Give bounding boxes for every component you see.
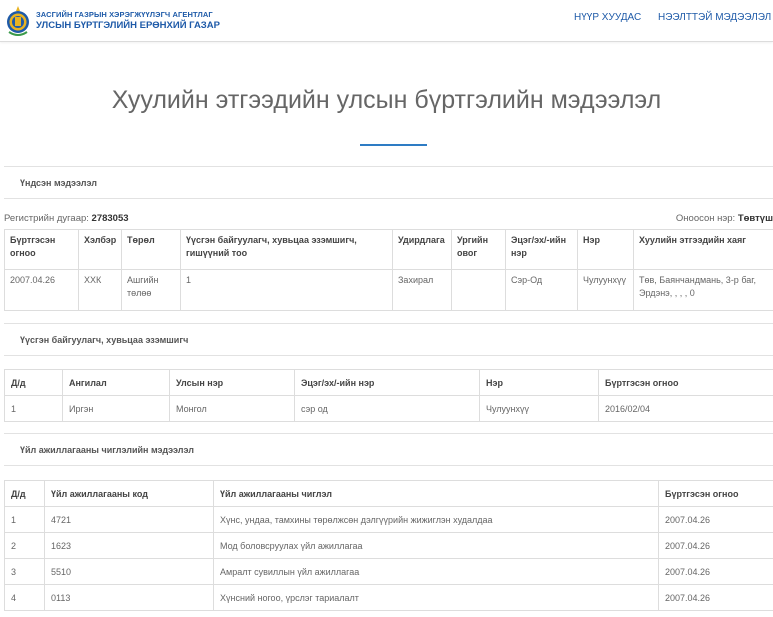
table-header-row: Д/д Ангилал Улсын нэр Эцэг/эх/-ийн нэр Н… <box>4 369 773 396</box>
column-header: Хэлбэр <box>78 229 122 270</box>
column-header: Ургийн овог <box>451 229 506 270</box>
table-cell: 4 <box>4 584 45 611</box>
column-header: Улсын нэр <box>169 369 295 396</box>
table-cell: Ашгийн төлөө <box>121 269 181 311</box>
column-header: Бүртгэсэн огноо <box>598 369 773 396</box>
table-row: 1 Иргэн Монгол сэр од Чулуунхүү 2016/02/… <box>4 395 773 422</box>
agency-title: УЛСЫН БҮРТГЭЛИЙН ЕРӨНХИЙ ГАЗАР <box>36 20 220 31</box>
table-cell: 2007.04.26 <box>658 558 773 585</box>
table-cell: 2007.04.26 <box>658 584 773 611</box>
column-header: Эцэг/эх/-ийн нэр <box>294 369 480 396</box>
nav-open-info-link[interactable]: НЭЭЛТТЭЙ МЭДЭЭЛЭЛ <box>658 12 771 23</box>
column-header: Бүртгэсэн огноо <box>4 229 79 270</box>
section-title-activities: Үйл ажиллагааны чиглэлийн мэдээлэл <box>20 445 194 455</box>
registration-number: Регистрийн дугаар: 2783053 <box>4 213 129 224</box>
section-founders: Үүсгэн байгуулагч, хувьцаа эзэмшигч <box>4 323 773 356</box>
table-cell: 2007.04.26 <box>4 269 79 311</box>
table-cell: сэр од <box>294 395 480 422</box>
table-cell: Иргэн <box>62 395 170 422</box>
table-row: 2007.04.26 ХХК Ашгийн төлөө 1 Захирал Сэ… <box>4 269 773 311</box>
table-row: 1 4721 Хүнс, ундаа, тамхины төрөлжсөн дэ… <box>4 506 773 533</box>
section-title-founders: Үүсгэн байгуулагч, хувьцаа эзэмшигч <box>20 335 189 345</box>
table-cell: 1 <box>180 269 393 311</box>
agency-subtitle: ЗАСГИЙН ГАЗРЫН ХЭРЭГЖҮҮЛЭГЧ АГЕНТЛАГ <box>36 10 213 19</box>
state-emblem-logo[interactable] <box>6 4 30 38</box>
column-header: Хуулийн этгээдийн хаяг <box>633 229 773 270</box>
table-cell: 2007.04.26 <box>658 532 773 559</box>
column-header: Удирдлага <box>392 229 452 270</box>
activities-table: Д/д Үйл ажиллагааны код Үйл ажиллагааны … <box>4 480 773 611</box>
column-header: Нэр <box>479 369 599 396</box>
site-header: ЗАСГИЙН ГАЗРЫН ХЭРЭГЖҮҮЛЭГЧ АГЕНТЛАГ УЛС… <box>0 0 773 42</box>
table-header-row: Бүртгэсэн огноо Хэлбэр Төрөл Үүсгэн байг… <box>4 229 773 270</box>
table-cell: Мод боловсруулах үйл ажиллагаа <box>213 532 659 559</box>
table-row: 4 0113 Хүнсний ногоо, үрслэг тариалалт 2… <box>4 584 773 611</box>
column-header: Үйл ажиллагааны код <box>44 480 214 507</box>
table-cell: Сэр-Од <box>505 269 578 311</box>
table-header-row: Д/д Үйл ажиллагааны код Үйл ажиллагааны … <box>4 480 773 507</box>
table-cell: Чулуунхүү <box>479 395 599 422</box>
agency-name[interactable]: ЗАСГИЙН ГАЗРЫН ХЭРЭГЖҮҮЛЭГЧ АГЕНТЛАГ УЛС… <box>36 10 220 32</box>
registration-label: Регистрийн дугаар: <box>4 213 89 224</box>
column-header: Д/д <box>4 480 45 507</box>
column-header: Нэр <box>577 229 634 270</box>
column-header: Д/д <box>4 369 63 396</box>
table-cell: ХХК <box>78 269 122 311</box>
table-cell: 0113 <box>44 584 214 611</box>
registration-value: 2783053 <box>91 213 129 224</box>
column-header: Бүртгэсэн огноо <box>658 480 773 507</box>
column-header: Ангилал <box>62 369 170 396</box>
column-header: Үйл ажиллагааны чиглэл <box>213 480 659 507</box>
table-cell: Хүнсний ногоо, үрслэг тариалалт <box>213 584 659 611</box>
founders-table: Д/д Ангилал Улсын нэр Эцэг/эх/-ийн нэр Н… <box>4 369 773 422</box>
section-title-basic: Үндсэн мэдээлэл <box>20 178 97 188</box>
given-name-value: Төвтүш <box>737 213 773 224</box>
basic-info-table: Бүртгэсэн огноо Хэлбэр Төрөл Үүсгэн байг… <box>4 229 773 311</box>
table-cell: 2007.04.26 <box>658 506 773 533</box>
given-name: Оноосон нэр: Төвтүш <box>676 213 773 224</box>
column-header: Төрөл <box>121 229 181 270</box>
section-activities: Үйл ажиллагааны чиглэлийн мэдээлэл <box>4 433 773 466</box>
table-cell: Чулуунхүү <box>577 269 634 311</box>
table-cell: 2016/02/04 <box>598 395 773 422</box>
table-cell: 5510 <box>44 558 214 585</box>
column-header: Үүсгэн байгуулагч, хувьцаа эзэмшигч, гиш… <box>180 229 393 270</box>
table-cell: Амралт сувиллын үйл ажиллагаа <box>213 558 659 585</box>
table-cell: 2 <box>4 532 45 559</box>
column-header: Эцэг/эх/-ийн нэр <box>505 229 578 270</box>
table-cell: 1623 <box>44 532 214 559</box>
nav-home-link[interactable]: НҮҮР ХУУДАС <box>574 12 641 23</box>
table-row: 3 5510 Амралт сувиллын үйл ажиллагаа 200… <box>4 558 773 585</box>
table-cell: Хүнс, ундаа, тамхины төрөлжсөн дэлгүүрий… <box>213 506 659 533</box>
given-name-label: Оноосон нэр: <box>675 213 736 224</box>
table-cell: Монгол <box>169 395 295 422</box>
table-cell: Захирал <box>392 269 452 311</box>
table-row: 2 1623 Мод боловсруулах үйл ажиллагаа 20… <box>4 532 773 559</box>
table-cell: 1 <box>4 506 45 533</box>
table-cell: 4721 <box>44 506 214 533</box>
table-cell: 1 <box>4 395 63 422</box>
title-underline <box>360 144 427 146</box>
section-basic-info: Үндсэн мэдээлэл <box>4 166 773 199</box>
table-cell: 3 <box>4 558 45 585</box>
table-cell <box>451 269 506 311</box>
table-cell: Төв, Баянчандмань, 3-р баг, Эрдэнэ, , , … <box>633 269 773 311</box>
page-title: Хуулийн этгээдийн улсын бүртгэлийн мэдээ… <box>111 86 662 114</box>
